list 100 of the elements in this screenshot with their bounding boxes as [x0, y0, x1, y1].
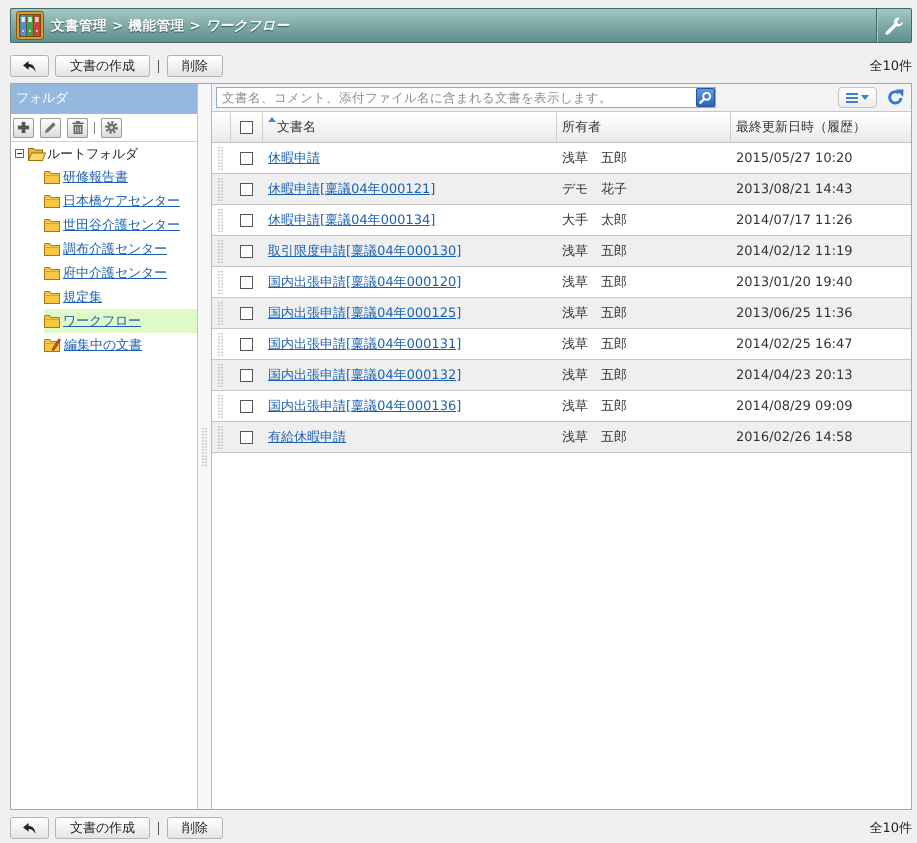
drag-handle-icon[interactable]: [218, 394, 223, 418]
drag-handle-icon[interactable]: [218, 178, 223, 200]
drag-handle-icon[interactable]: [218, 426, 223, 448]
tree-item[interactable]: 規定集: [44, 285, 197, 309]
breadcrumb-separator: >: [189, 18, 201, 34]
document-link[interactable]: 国内出張申請[稟議04年000132]: [268, 366, 462, 384]
folder-icon: [44, 194, 60, 208]
list-icon: [846, 92, 858, 102]
collapse-toggle-icon[interactable]: [15, 149, 24, 158]
document-link[interactable]: 休暇申請: [268, 149, 320, 167]
tree-item[interactable]: 編集中の文書: [44, 333, 197, 357]
tree-item[interactable]: 府中介護センター: [44, 261, 197, 285]
document-link[interactable]: 国内出張申請[稟議04年000125]: [268, 304, 462, 322]
checkbox[interactable]: [240, 400, 253, 412]
gear-icon: [105, 121, 118, 134]
tree-item[interactable]: 世田谷介護センター: [44, 213, 197, 237]
date-cell: 2014/08/29 09:09: [736, 398, 853, 414]
date-cell: 2014/04/23 20:13: [736, 368, 853, 382]
sort-ascending-icon: [268, 117, 276, 122]
drag-handle-icon[interactable]: [218, 146, 223, 170]
checkbox[interactable]: [240, 430, 253, 444]
folder-icon: [44, 170, 60, 184]
column-header[interactable]: 所有者: [562, 117, 601, 137]
toolbar-button[interactable]: 削除: [167, 817, 223, 839]
folder-icon: [44, 266, 60, 280]
owner-cell-text: 浅草 五郎: [562, 398, 627, 415]
delete-button[interactable]: [67, 118, 88, 138]
refresh-icon[interactable]: [887, 89, 904, 106]
date-cell: 2014/02/12 11:19: [736, 244, 853, 258]
column-header[interactable]: 最終更新日時（履歴）: [736, 117, 866, 137]
date-cell: 2014/02/25 16:47: [736, 336, 853, 352]
back-arrow-icon: [23, 822, 36, 834]
add-button[interactable]: [13, 118, 34, 138]
date-cell: 2014/07/17 11:26: [736, 212, 853, 228]
toolbar-button[interactable]: 文書の作成: [55, 55, 150, 77]
drag-handle-icon[interactable]: [218, 302, 223, 324]
document-link[interactable]: 国内出張申請[稟議04年000131]: [268, 335, 462, 353]
back-button[interactable]: [10, 817, 49, 839]
date-cell: 2015/05/27 10:20: [736, 150, 853, 166]
binders-icon: [16, 11, 44, 40]
open-folder-icon: [28, 146, 46, 160]
drag-handle-icon[interactable]: [218, 270, 223, 294]
grip-icon: [202, 428, 207, 466]
toolbar-button[interactable]: 文書の作成: [55, 817, 150, 839]
checkbox[interactable]: [240, 276, 253, 288]
tree-item[interactable]: ワークフロー: [44, 309, 197, 333]
checkbox[interactable]: [240, 368, 253, 382]
checkbox[interactable]: [240, 120, 253, 134]
drag-handle-icon[interactable]: [218, 332, 223, 356]
plus-icon: [17, 121, 30, 134]
checkbox[interactable]: [240, 182, 253, 196]
drag-handle-icon[interactable]: [218, 364, 223, 386]
document-link[interactable]: 取引限度申請[稟議04年000130]: [268, 242, 462, 260]
tree-item[interactable]: 調布介護センター: [44, 237, 197, 261]
toolbar-button[interactable]: 削除: [167, 55, 223, 77]
checkbox[interactable]: [240, 152, 253, 164]
drag-handle-icon[interactable]: [218, 240, 223, 262]
view-menu-button[interactable]: [838, 87, 877, 108]
back-button[interactable]: [10, 55, 49, 77]
edit-button[interactable]: [40, 118, 61, 138]
owner-cell-text: 浅草 五郎: [562, 243, 627, 260]
checkbox[interactable]: [240, 338, 253, 350]
folder-icon: [44, 314, 60, 328]
pencil-icon: [44, 121, 57, 134]
tree-item[interactable]: 研修報告書: [44, 165, 197, 189]
item-count: 全10件: [869, 820, 912, 837]
settings-button[interactable]: [101, 118, 122, 138]
owner-cell-text: デモ 花子: [562, 181, 627, 198]
owner-cell-text: 大手 太郎: [562, 212, 627, 229]
caret-icon: [861, 95, 869, 100]
document-link[interactable]: 休暇申請[稟議04年000121]: [268, 180, 436, 198]
folder-icon: [44, 218, 60, 232]
document-link[interactable]: 国内出張申請[稟議04年000136]: [268, 397, 462, 415]
folder-icon: [44, 290, 60, 304]
item-count: 全10件: [869, 58, 912, 75]
trash-icon: [72, 121, 84, 134]
checkbox[interactable]: [240, 306, 253, 320]
folder-icon: [44, 242, 60, 256]
column-header[interactable]: 文書名: [268, 117, 316, 137]
document-link[interactable]: 有給休暇申請: [268, 428, 346, 446]
document-link[interactable]: 休暇申請[稟議04年000134]: [268, 211, 436, 229]
date-cell: 2016/02/26 14:58: [736, 430, 853, 444]
date-cell: 2013/08/21 14:43: [736, 182, 853, 196]
checkbox[interactable]: [240, 244, 253, 258]
owner-cell-text: 浅草 五郎: [562, 429, 627, 446]
breadcrumb-separator: >: [112, 18, 124, 34]
tree-item[interactable]: ルートフォルダ: [28, 142, 138, 165]
owner-cell-text: 浅草 五郎: [562, 305, 627, 322]
owner-cell-text: 浅草 五郎: [562, 274, 627, 291]
date-cell: 2013/06/25 11:36: [736, 306, 853, 320]
search-icon: [699, 91, 712, 104]
search-field[interactable]: 文書名、コメント、添付ファイル名に含まれる文書を表示します。: [216, 87, 716, 108]
search-button[interactable]: [696, 88, 715, 107]
owner-cell-text: 浅草 五郎: [562, 367, 627, 384]
tree-item[interactable]: 日本橋ケアセンター: [44, 189, 197, 213]
document-link[interactable]: 国内出張申請[稟議04年000120]: [268, 273, 462, 291]
wrench-icon: [884, 16, 904, 36]
breadcrumb-item: ワークフロー: [206, 16, 290, 34]
drag-handle-icon[interactable]: [218, 208, 223, 232]
checkbox[interactable]: [240, 214, 253, 226]
